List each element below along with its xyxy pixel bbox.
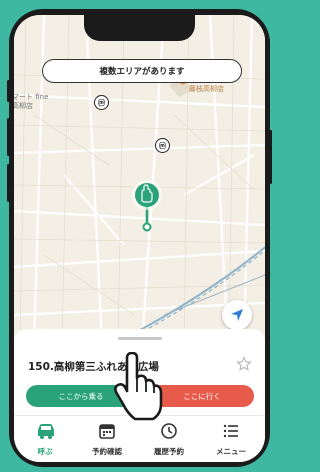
- phone-side-button: [7, 118, 10, 156]
- tab-menu[interactable]: メニュー: [200, 416, 262, 462]
- map-label-mart: マート fine 高柳店: [14, 93, 49, 110]
- bus-stop-marker[interactable]: ⓜ: [155, 138, 170, 153]
- calendar-icon: [99, 424, 115, 439]
- tap-hand-pointer-icon: [114, 352, 163, 421]
- current-location-button[interactable]: [222, 300, 252, 330]
- tab-label: 予約確認: [92, 447, 122, 456]
- tab-label: 履歴予約: [154, 447, 184, 456]
- tab-reservation-check[interactable]: 予約確認: [76, 416, 138, 462]
- multiple-areas-banner[interactable]: 複数エリアがあります: [42, 59, 242, 83]
- menu-list-icon: [223, 424, 238, 438]
- favorite-star-icon[interactable]: [236, 356, 252, 372]
- tab-call[interactable]: 呼ぶ: [14, 416, 76, 462]
- sheet-drag-handle[interactable]: [118, 337, 162, 340]
- phone-side-button: [7, 80, 10, 102]
- car-icon: [38, 424, 54, 439]
- history-icon: [161, 423, 177, 439]
- bottom-tab-bar: 呼ぶ 予約確認 履歴予約 メニュー: [14, 415, 265, 462]
- tab-history-reservation[interactable]: 履歴予約: [138, 416, 200, 462]
- phone-side-button: [269, 130, 272, 184]
- phone-notch: [84, 15, 195, 41]
- tab-label: メニュー: [216, 447, 246, 456]
- navigation-arrow-icon: [231, 309, 243, 321]
- bus-stop-marker[interactable]: ⓜ: [94, 95, 109, 110]
- phone-side-button: [7, 164, 10, 202]
- tab-label: 呼ぶ: [37, 447, 53, 456]
